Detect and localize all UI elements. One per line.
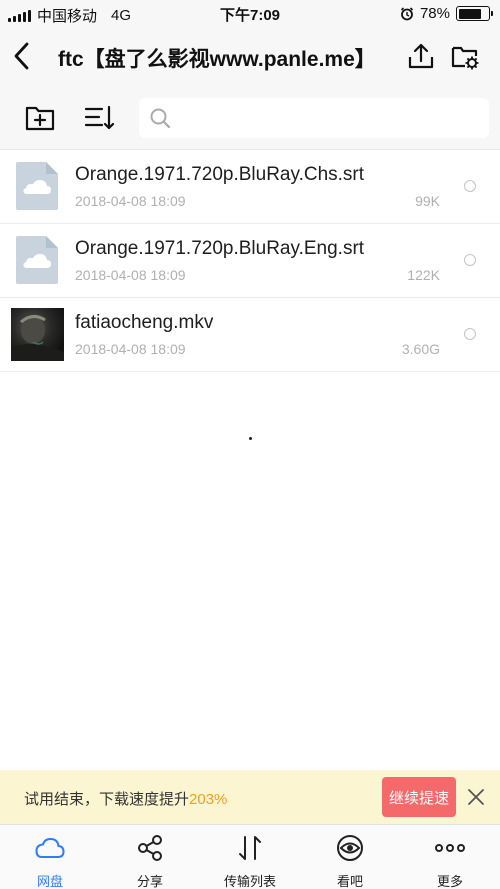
new-folder-icon[interactable] — [24, 102, 56, 134]
tab-bar: 网盘 分享 传输列表 看吧 更多 — [0, 824, 500, 889]
promo-percent: 203% — [189, 791, 228, 808]
file-name: Orange.1971.720p.BluRay.Eng.srt — [75, 238, 365, 259]
search-input[interactable] — [139, 98, 489, 138]
file-size: 122K — [407, 267, 440, 283]
file-date: 2018-04-08 18:09 — [75, 193, 186, 209]
share-icon — [138, 835, 162, 861]
status-right: 78% — [400, 5, 493, 22]
select-radio[interactable] — [464, 254, 476, 266]
alarm-icon — [400, 6, 414, 20]
tab-transfer[interactable]: 传输列表 — [200, 825, 300, 889]
folder-settings-icon[interactable] — [449, 40, 481, 72]
file-list: Orange.1971.720p.BluRay.Chs.srt 2018-04-… — [0, 150, 500, 372]
battery-percent: 78% — [419, 5, 450, 22]
close-icon[interactable] — [464, 785, 488, 809]
tab-label: 看吧 — [336, 874, 363, 889]
more-icon — [435, 844, 465, 852]
cloud-icon — [35, 837, 65, 858]
select-radio[interactable] — [464, 180, 476, 192]
speed-up-button[interactable]: 继续提速 — [382, 777, 456, 817]
promo-text: 试用结束，下载速度提升203% — [24, 788, 227, 809]
file-row[interactable]: Orange.1971.720p.BluRay.Chs.srt 2018-04-… — [0, 150, 500, 224]
tab-label: 更多 — [436, 874, 463, 889]
battery-icon — [456, 6, 493, 21]
file-date: 2018-04-08 18:09 — [75, 341, 186, 357]
toolbar — [0, 84, 500, 150]
page-title: ftc【盘了么影视www.panle.me】 — [58, 48, 376, 71]
header: ftc【盘了么影视www.panle.me】 — [0, 28, 500, 84]
loading-dot — [249, 437, 252, 440]
select-radio[interactable] — [464, 328, 476, 340]
tab-label: 传输列表 — [223, 874, 276, 889]
cloud-file-icon — [16, 162, 58, 210]
cloud-file-icon — [16, 236, 58, 284]
file-size: 3.60G — [401, 341, 440, 357]
file-size: 99K — [415, 193, 440, 209]
promo-banner: 试用结束，下载速度提升203% 继续提速 — [0, 770, 500, 824]
file-name: fatiaocheng.mkv — [75, 312, 214, 333]
file-date: 2018-04-08 18:09 — [75, 267, 186, 283]
video-thumbnail — [11, 308, 64, 361]
search-icon — [150, 108, 171, 129]
file-row[interactable]: fatiaocheng.mkv 2018-04-08 18:09 3.60G — [0, 298, 500, 372]
sort-icon[interactable] — [84, 102, 116, 134]
tab-share[interactable]: 分享 — [100, 825, 200, 889]
back-icon[interactable] — [8, 38, 36, 74]
tab-watch[interactable]: 看吧 — [300, 825, 400, 889]
promo-message: 试用结束，下载速度提升 — [24, 791, 190, 808]
file-row[interactable]: Orange.1971.720p.BluRay.Eng.srt 2018-04-… — [0, 224, 500, 298]
tab-netdisk[interactable]: 网盘 — [0, 825, 100, 889]
tab-label: 网盘 — [36, 874, 63, 889]
file-name: Orange.1971.720p.BluRay.Chs.srt — [75, 164, 365, 185]
eye-icon — [337, 835, 363, 861]
upload-icon[interactable] — [405, 40, 437, 72]
status-bar: 中国移动 4G 下午7:09 78% — [0, 0, 500, 28]
tab-more[interactable]: 更多 — [400, 825, 500, 889]
tab-label: 分享 — [136, 874, 163, 889]
transfer-icon — [239, 836, 261, 860]
battery-fill — [458, 8, 482, 19]
